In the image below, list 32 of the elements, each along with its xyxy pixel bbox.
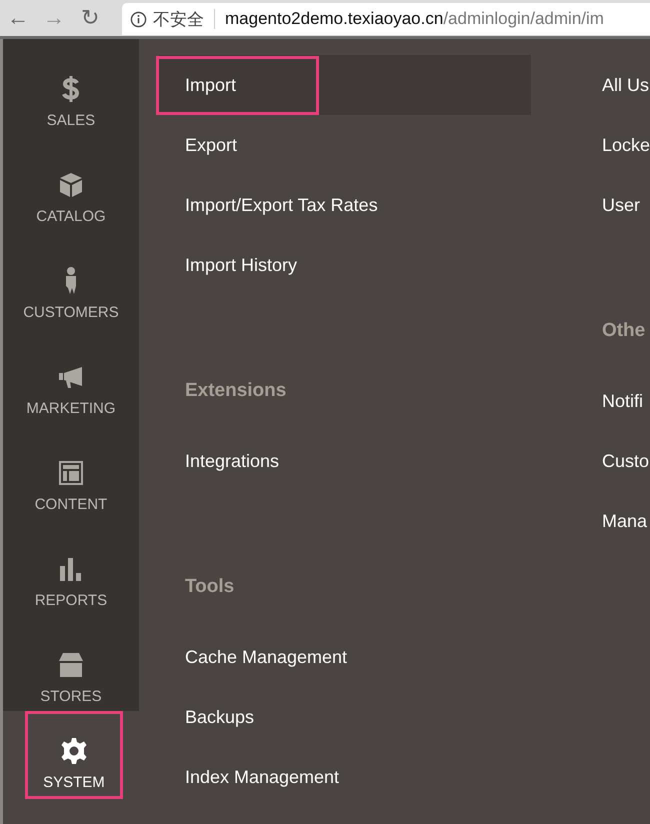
menu-link[interactable]: Mana: [602, 510, 647, 532]
sidebar-item[interactable]: MARKETING: [3, 327, 139, 423]
menu-link[interactable]: Cache Management: [184, 646, 348, 668]
menu-link[interactable]: User: [602, 194, 640, 216]
sidebar-item[interactable]: CONTENT: [3, 423, 139, 519]
sidebar-item[interactable]: SYSTEM: [25, 711, 123, 799]
nav-button[interactable]: ←: [0, 5, 36, 31]
menu-link[interactable]: Notifi: [602, 390, 643, 412]
url-host: magento2demo.texiaoyao.cn: [225, 9, 444, 29]
menu-link[interactable]: Backups: [184, 706, 254, 728]
settings-icon: [58, 736, 89, 766]
menu-link[interactable]: Import/Export Tax Rates: [184, 194, 378, 216]
sidebar-item[interactable]: CATALOG: [3, 135, 139, 231]
info-icon: [130, 10, 147, 28]
menu-link[interactable]: All Us: [602, 74, 649, 96]
address-bar[interactable]: 不安全 magento2demo.texiaoyao.cn/adminlogin/admin/im: [122, 3, 650, 35]
menu-link[interactable]: Custo: [602, 450, 649, 472]
section-heading: Tools: [184, 575, 236, 599]
sidebar-item[interactable]: SALES: [3, 39, 139, 135]
url-path: /adminlogin/admin/im: [443, 9, 604, 29]
menu-link[interactable]: Index Management: [184, 766, 340, 788]
menu-link[interactable]: Import History: [184, 254, 297, 276]
sidebar-item[interactable]: CUSTOMERS: [3, 231, 139, 327]
menu-link[interactable]: Integrations: [184, 450, 280, 472]
sidebar-item[interactable]: REPORTS: [3, 519, 139, 615]
security-label: 不安全: [153, 8, 204, 30]
sidebar-item[interactable]: STORES: [3, 615, 139, 711]
nav-button[interactable]: ↻: [72, 5, 108, 31]
menu-link[interactable]: Export: [184, 134, 237, 156]
section-heading: Extensions: [184, 379, 288, 403]
menu-link[interactable]: Locke: [602, 134, 650, 156]
section-heading: Othe: [602, 319, 646, 343]
